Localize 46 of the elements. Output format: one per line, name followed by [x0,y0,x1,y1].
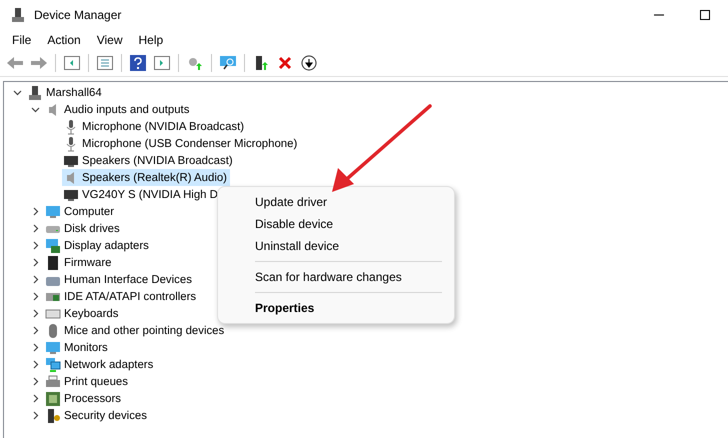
context-menu-item[interactable]: Properties [218,297,314,319]
tree-item[interactable]: Keyboards [44,305,122,322]
context-menu-item[interactable]: Uninstall device [218,235,340,257]
tree-item[interactable]: Microphone (USB Condenser Microphone) [62,135,300,152]
monitor-icon [45,204,61,220]
chip-icon [45,255,61,271]
tree-item[interactable]: IDE ATA/ATAPI controllers [44,288,200,305]
tree-item[interactable]: Audio inputs and outputs [44,101,192,118]
context-menu-item[interactable]: Scan for hardware changes [218,266,402,288]
device-arrow-icon [253,55,269,71]
app-icon [10,7,26,23]
context-menu-item[interactable]: Update driver [218,191,328,213]
menu-item[interactable]: File [4,31,40,49]
cross-icon [278,56,292,70]
display-adapter-icon [45,238,61,254]
maximize-icon [700,10,710,20]
tree-item[interactable]: Monitors [44,339,111,356]
monitor-icon [63,187,79,203]
processor-icon [45,391,61,407]
tree-item[interactable]: Mice and other pointing devices [44,322,228,339]
monitor-icon [45,340,61,356]
tree-item[interactable]: VG240Y S (NVIDIA High D [62,186,221,203]
context-menu-item[interactable]: Disable device [218,213,334,235]
tree-item[interactable]: Computer [44,203,118,220]
tree-item[interactable]: Microphone (NVIDIA Broadcast) [62,118,248,135]
tree-item[interactable]: Print queues [44,373,131,390]
computer-icon [27,85,43,101]
tree-item[interactable]: Display adapters [44,237,152,254]
tree-item[interactable]: Speakers (NVIDIA Broadcast) [62,152,236,169]
menu-item[interactable]: Help [130,31,172,49]
tree-item[interactable]: Security devices [44,407,150,424]
tree-item[interactable]: Speakers (Realtek(R) Audio) [62,169,230,186]
help-button[interactable] [127,52,149,74]
tree-item[interactable]: Firmware [44,254,114,271]
monitor-icon [63,153,79,169]
menu-item[interactable]: View [88,31,130,49]
window-title: Device Manager [34,8,122,22]
tree-item[interactable]: Network adapters [44,356,156,373]
tree-item[interactable]: Marshall64 [26,84,105,101]
security-device-icon [45,408,61,424]
tree-item[interactable]: Human Interface Devices [44,271,195,288]
printer-icon [45,374,61,390]
tree-item[interactable]: Processors [44,390,124,407]
menu-item[interactable]: Action [39,31,89,49]
network-icon [45,357,61,373]
tree-item[interactable]: Disk drives [44,220,123,237]
